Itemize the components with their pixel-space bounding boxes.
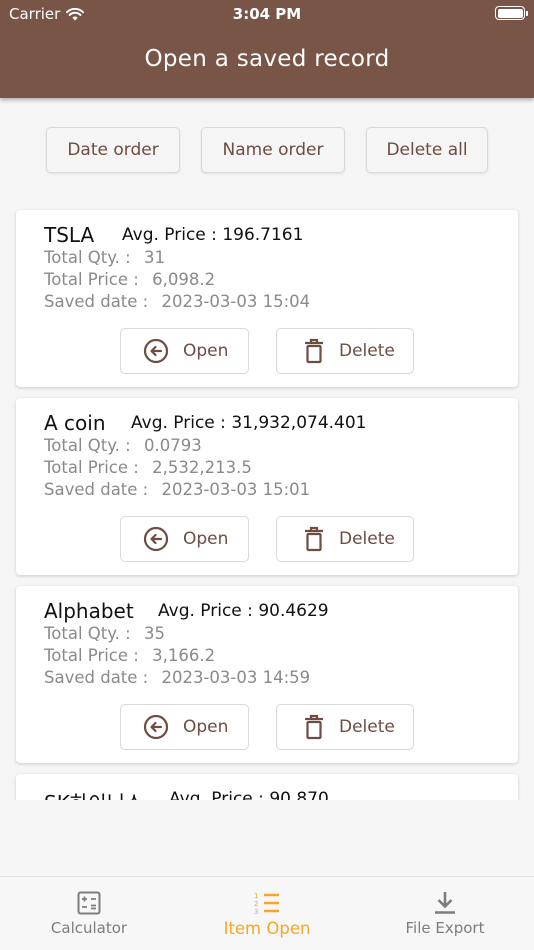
record-name: SK하이닉스 [44, 787, 143, 800]
record-name: Alphabet [44, 599, 134, 623]
page-title: Open a saved record [144, 46, 390, 72]
avg-price: Avg. Price : 196.7161 [122, 225, 304, 245]
trash-icon [305, 714, 323, 740]
clock: 3:04 PM [232, 5, 302, 23]
open-button[interactable]: Open [120, 328, 249, 374]
total-qty: Total Qty. : 0.0793 [44, 436, 202, 455]
tab-file-export-label: File Export [405, 919, 485, 937]
delete-button[interactable]: Delete [276, 328, 414, 374]
avg-price: Avg. Price : 31,932,074.401 [131, 413, 367, 433]
total-qty: Total Qty. : 31 [44, 248, 165, 267]
download-icon [435, 892, 455, 914]
avg-price: Avg. Price : 90.4629 [158, 601, 329, 621]
arrow-back-circle-icon [143, 338, 169, 364]
delete-all-button[interactable]: Delete all [366, 127, 488, 173]
total-price: Total Price : 2,532,213.5 [44, 458, 252, 477]
record-name: A coin [44, 411, 106, 435]
tab-file-export[interactable]: File Export [356, 877, 534, 950]
delete-button[interactable]: Delete [276, 516, 414, 562]
sort-toolbar: Date order Name order Delete all [0, 127, 534, 173]
avg-price: Avg. Price : 90,870 [169, 789, 329, 800]
record-card: A coin Avg. Price : 31,932,074.401 Total… [16, 398, 518, 575]
saved-date: Saved date : 2023-03-03 15:04 [44, 292, 311, 311]
trash-icon [305, 338, 323, 364]
trash-icon [305, 526, 323, 552]
tab-item-open-label: Item Open [223, 919, 311, 938]
format-list-numbered-icon: 1 2 3 [254, 892, 279, 915]
open-button[interactable]: Open [120, 704, 249, 750]
tab-calculator[interactable]: Calculator [0, 877, 178, 950]
saved-date: Saved date : 2023-03-03 15:01 [44, 480, 311, 499]
bottom-tab-bar: Calculator 1 2 3 Item Open File Export [0, 876, 534, 950]
record-card: SK하이닉스 Avg. Price : 90,870 [16, 774, 518, 800]
record-card: TSLA Avg. Price : 196.7161 Total Qty. : … [16, 210, 518, 387]
tab-calculator-label: Calculator [50, 919, 128, 937]
total-qty: Total Qty. : 35 [44, 624, 165, 643]
battery-icon [495, 6, 528, 20]
name-order-button[interactable]: Name order [201, 127, 345, 173]
open-button[interactable]: Open [120, 516, 249, 562]
saved-date: Saved date : 2023-03-03 14:59 [44, 668, 311, 687]
record-card: Alphabet Avg. Price : 90.4629 Total Qty.… [16, 586, 518, 763]
svg-text:1: 1 [254, 892, 258, 900]
record-name: TSLA [44, 223, 95, 247]
svg-text:2: 2 [254, 900, 258, 908]
record-list[interactable]: TSLA Avg. Price : 196.7161 Total Qty. : … [0, 200, 534, 800]
total-price: Total Price : 6,098.2 [44, 270, 216, 289]
arrow-back-circle-icon [143, 526, 169, 552]
calculator-icon [77, 891, 101, 915]
arrow-back-circle-icon [143, 714, 169, 740]
app-bar: Carrier 3:04 PM Open a saved record [0, 0, 534, 98]
delete-button[interactable]: Delete [276, 704, 414, 750]
date-order-button[interactable]: Date order [46, 127, 180, 173]
tab-item-open[interactable]: 1 2 3 Item Open [178, 877, 356, 950]
svg-text:3: 3 [254, 908, 258, 915]
total-price: Total Price : 3,166.2 [44, 646, 216, 665]
status-bar: Carrier 3:04 PM [0, 0, 534, 28]
